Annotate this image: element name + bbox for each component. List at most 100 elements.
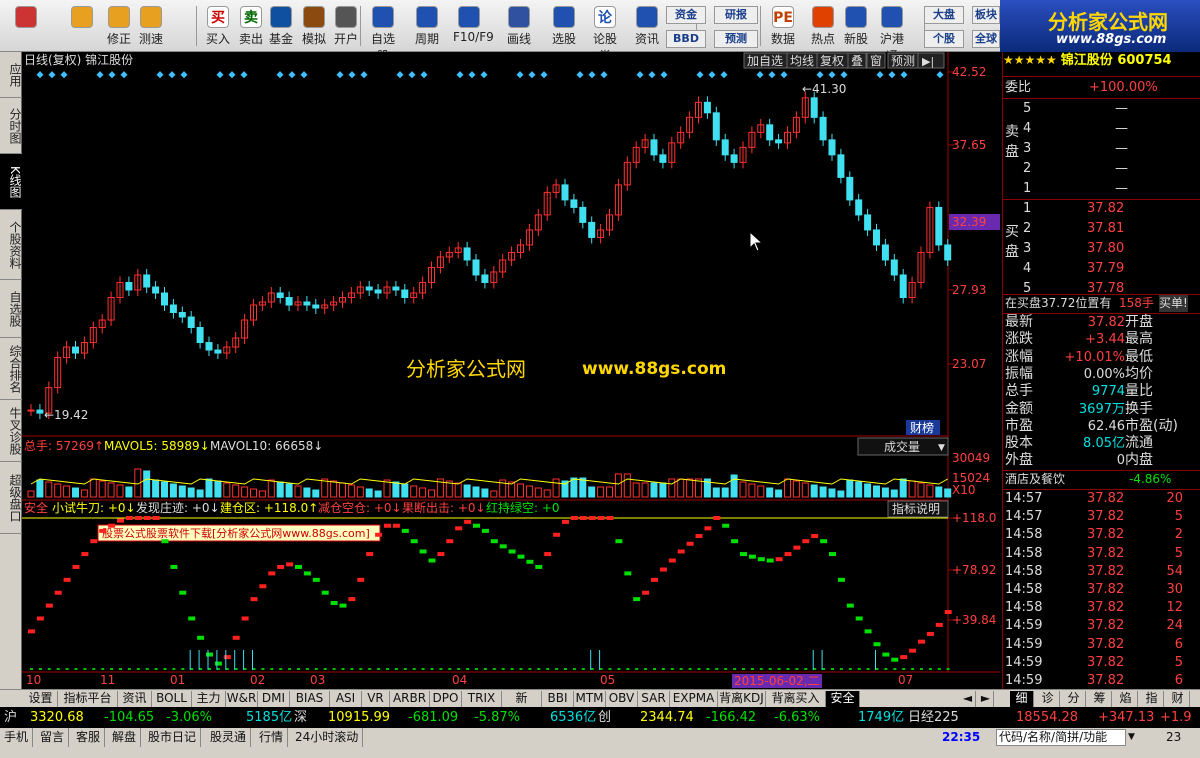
- right-tab-0[interactable]: 细: [1010, 691, 1034, 707]
- status-item-0[interactable]: 手机: [4, 728, 34, 747]
- toolbar-mini-4[interactable]: 大盘: [924, 6, 964, 24]
- chart-btn-4[interactable]: 窗: [870, 54, 882, 68]
- chart-svg[interactable]: 日线(复权) 锦江股份 加自选 均线 复权叠窗预测 ▶| 42.52 37.65 27.93 2…: [22, 52, 1000, 689]
- bottom-tab-14[interactable]: BBI: [542, 691, 574, 707]
- toolbar-fund-button[interactable]: 基金: [265, 4, 297, 50]
- bottom-tab-10[interactable]: ARBR: [390, 691, 430, 707]
- toolbar-mini-3[interactable]: 预测: [714, 30, 758, 48]
- status-item-4[interactable]: 股市日记: [148, 728, 202, 747]
- toolbar-newstock-button[interactable]: 新股: [840, 4, 872, 50]
- bottom-tab-2[interactable]: 资讯: [118, 691, 152, 707]
- toolbar-mini-5[interactable]: 个股: [924, 30, 964, 48]
- left-tab-0[interactable]: 应用: [0, 52, 22, 98]
- toolbar-mini-7[interactable]: 全球: [972, 30, 1000, 48]
- right-tab-5[interactable]: 指: [1140, 691, 1164, 707]
- toolbar-pen-button[interactable]: 画线: [503, 4, 535, 50]
- bottom-tab-21[interactable]: 安全: [826, 691, 860, 707]
- chart-btn-3[interactable]: 叠: [851, 54, 863, 68]
- left-tab-7[interactable]: 超级盘口: [0, 462, 22, 534]
- toolbar-buy-button[interactable]: 买买入: [202, 4, 234, 50]
- toolbar-hot-button[interactable]: 热点: [807, 4, 839, 50]
- scroll-right-icon[interactable]: ►: [978, 691, 994, 707]
- indicator-step: [268, 571, 276, 576]
- status-item-2[interactable]: 客服: [76, 728, 106, 747]
- left-tab-5[interactable]: 综合排名: [0, 338, 22, 400]
- toolbar-mini-6[interactable]: 板块: [972, 6, 1000, 24]
- chart-btn-2[interactable]: 复权: [820, 54, 844, 68]
- bottom-tab-17[interactable]: SAR: [638, 691, 670, 707]
- toolbar-pe-button[interactable]: PE 数据: [767, 4, 799, 50]
- volume-dropdown[interactable]: 成交量: [884, 439, 920, 454]
- toolbar-mini-2[interactable]: 研报: [714, 6, 758, 24]
- search-dropdown-icon[interactable]: ▼: [1128, 728, 1135, 747]
- kline-chart-area[interactable]: 日线(复权) 锦江股份 加自选 均线 复权叠窗预测 ▶| 42.52 37.65 27.93 2…: [22, 52, 1000, 689]
- chart-btn-0[interactable]: 加自选: [747, 54, 783, 68]
- revise-icon: [108, 6, 130, 28]
- bottom-tab-3[interactable]: BOLL: [152, 691, 192, 707]
- bottom-tab-7[interactable]: BIAS: [290, 691, 330, 707]
- toolbar-hk-button[interactable]: 沪港通: [876, 4, 908, 63]
- bottom-tab-19[interactable]: 背离KDJ: [718, 691, 766, 707]
- indicator-base: [555, 668, 559, 670]
- bottom-tab-6[interactable]: DMI: [258, 691, 290, 707]
- queue-tag[interactable]: 买单!: [1159, 295, 1188, 312]
- toolbar-star-button[interactable]: 自选股: [367, 4, 399, 63]
- chart-btn-1[interactable]: 均线: [790, 54, 814, 68]
- status-item-1[interactable]: 留言: [40, 728, 70, 747]
- left-tab-6[interactable]: 牛叉诊股: [0, 400, 22, 462]
- right-tab-2[interactable]: 分: [1062, 691, 1086, 707]
- bottom-tab-1[interactable]: 指标平台: [58, 691, 118, 707]
- toolbar-period-button[interactable]: 周期: [411, 4, 443, 50]
- toolbar-grid-button[interactable]: [6, 4, 46, 50]
- bottom-tab-13[interactable]: 新DMA: [502, 691, 542, 720]
- scroll-left-icon[interactable]: ◄: [960, 691, 976, 707]
- right-tab-4[interactable]: 焰: [1114, 691, 1138, 707]
- indicator-base: [110, 668, 114, 670]
- bottom-tab-8[interactable]: ASI: [330, 691, 362, 707]
- left-tab-1[interactable]: 分时图: [0, 98, 22, 154]
- toolbar-clock-button[interactable]: 测速: [135, 4, 167, 50]
- bottom-tab-12[interactable]: TRIX: [462, 691, 502, 707]
- bottom-tab-5[interactable]: W&R: [226, 691, 258, 707]
- bottom-tab-15[interactable]: MTM: [574, 691, 606, 707]
- status-item-6[interactable]: 行情: [259, 728, 289, 747]
- right-tab-1[interactable]: 诊: [1036, 691, 1060, 707]
- bottom-tab-0[interactable]: 设置: [24, 691, 58, 707]
- toolbar-f10-button[interactable]: F10/F9: [453, 4, 494, 50]
- toolbar-back-button[interactable]: [62, 4, 102, 50]
- indicator-step: [926, 631, 934, 636]
- ad-banner[interactable]: 股票公式股票软件下载[分析家公式网www.88gs.com]: [102, 526, 370, 540]
- indicator-base: [937, 668, 941, 670]
- toolbar-lock-button[interactable]: 开户: [330, 4, 362, 50]
- status-item-7[interactable]: 24小时滚动: [295, 728, 364, 747]
- toolbar-label: 基金: [268, 32, 293, 46]
- status-item-5[interactable]: 股灵通: [210, 728, 252, 747]
- toolbar-revise-button[interactable]: 修正: [103, 4, 135, 50]
- left-tab-2[interactable]: K线图: [0, 154, 22, 210]
- status-item-3[interactable]: 解盘: [112, 728, 142, 747]
- toolbar-forum-button[interactable]: 论论股堂: [589, 4, 621, 63]
- bottom-tab-4[interactable]: 主力: [192, 691, 226, 707]
- bottom-tab-16[interactable]: OBV: [606, 691, 638, 707]
- indicator-help-button[interactable]: 指标说明: [892, 501, 940, 516]
- chart-btn-5[interactable]: 预测: [891, 54, 915, 68]
- toolbar-hammer-button[interactable]: 模拟: [298, 4, 330, 50]
- toolbar-sell-button[interactable]: 卖卖出: [235, 4, 267, 50]
- candle-body: [303, 301, 311, 306]
- left-tab-4[interactable]: 自选股: [0, 280, 22, 338]
- search-input[interactable]: 代码/名称/简拼/功能: [996, 729, 1126, 746]
- left-tab-3[interactable]: 个股资料: [0, 210, 22, 280]
- bottom-tab-9[interactable]: VR: [362, 691, 390, 707]
- caibang-button[interactable]: 财榜: [910, 420, 934, 435]
- bottom-tab-18[interactable]: EXPMA: [670, 691, 718, 707]
- toolbar-news-button[interactable]: 资讯: [631, 4, 663, 50]
- toolbar-label: 资讯: [634, 32, 659, 46]
- tick-price: 37.82: [1087, 636, 1125, 652]
- toolbar-select-button[interactable]: 选股: [548, 4, 580, 50]
- right-tab-3[interactable]: 筹: [1088, 691, 1112, 707]
- toolbar-mini-1[interactable]: BBD: [666, 30, 706, 48]
- right-tab-6[interactable]: 财: [1166, 691, 1190, 707]
- bottom-tab-11[interactable]: DPO: [430, 691, 462, 707]
- bottom-tab-20[interactable]: 背离买入: [766, 691, 826, 707]
- toolbar-mini-0[interactable]: 资金: [666, 6, 706, 24]
